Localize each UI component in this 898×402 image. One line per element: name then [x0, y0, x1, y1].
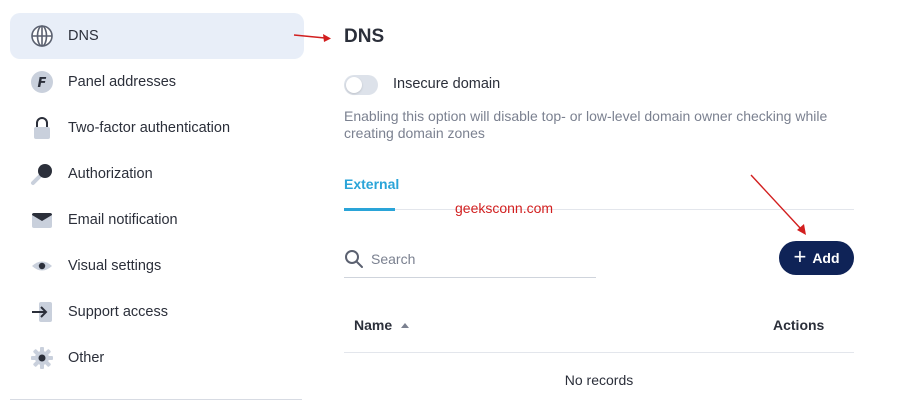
empty-table-message: No records	[564, 372, 634, 388]
tab-external[interactable]: External	[344, 176, 399, 192]
plus-icon: +	[793, 244, 807, 269]
table-header-divider	[344, 352, 854, 353]
column-header-actions: Actions	[773, 317, 825, 333]
sidebar-item-label: DNS	[68, 28, 99, 44]
toggle-knob	[346, 77, 362, 93]
sidebar-item-panel-addresses[interactable]: F Panel addresses	[10, 59, 304, 105]
sidebar-item-label: Panel addresses	[68, 74, 177, 90]
sidebar-item-label: Other	[68, 350, 105, 366]
annotation-arrow-icon	[750, 174, 806, 235]
sort-ascending-icon	[401, 322, 410, 328]
add-record-button[interactable]: + Add	[779, 241, 854, 275]
arrow-right-icon	[30, 300, 54, 324]
eye-icon	[30, 254, 54, 278]
sidebar-item-other[interactable]: Other	[10, 335, 304, 381]
sidebar-divider	[10, 399, 302, 400]
column-header-label: Name	[354, 317, 393, 333]
watermark-text: geeksconn.com	[455, 200, 554, 216]
key-icon	[30, 162, 54, 186]
page-title: DNS	[344, 26, 385, 47]
sidebar-item-label: Visual settings	[68, 258, 162, 274]
sidebar-item-label: Two-factor authentication	[68, 120, 231, 136]
search-input[interactable]	[371, 249, 591, 269]
insecure-domain-toggle[interactable]	[344, 75, 378, 95]
lock-icon	[30, 116, 54, 140]
column-header-name[interactable]: Name	[354, 317, 410, 333]
active-tab-indicator	[344, 208, 395, 211]
sidebar-item-email-notification[interactable]: Email notification	[10, 197, 304, 243]
annotation-arrow-icon	[293, 34, 331, 42]
add-button-label: Add	[812, 250, 840, 266]
toggle-description: Enabling this option will disable top- o…	[344, 108, 828, 141]
search-box	[344, 243, 596, 278]
sidebar-item-dns[interactable]: DNS	[10, 13, 304, 59]
sidebar-item-support-access[interactable]: Support access	[10, 289, 304, 335]
globe-icon	[30, 24, 54, 48]
sidebar-item-two-factor[interactable]: Two-factor authentication	[10, 105, 304, 151]
panel-f-icon: F	[30, 70, 54, 94]
sidebar-item-label: Email notification	[68, 212, 178, 228]
sidebar-item-label: Support access	[68, 304, 168, 320]
search-icon	[344, 249, 364, 269]
sidebar-item-label: Authorization	[68, 166, 153, 182]
sidebar-item-authorization[interactable]: Authorization	[10, 151, 304, 197]
envelope-icon	[30, 208, 54, 232]
sidebar-item-visual-settings[interactable]: Visual settings	[10, 243, 304, 289]
settings-sidebar: DNS F Panel addresses Two-factor authent…	[0, 0, 312, 402]
toggle-label: Insecure domain	[393, 76, 501, 92]
svg-text:F: F	[38, 76, 47, 91]
gear-icon	[30, 346, 54, 370]
